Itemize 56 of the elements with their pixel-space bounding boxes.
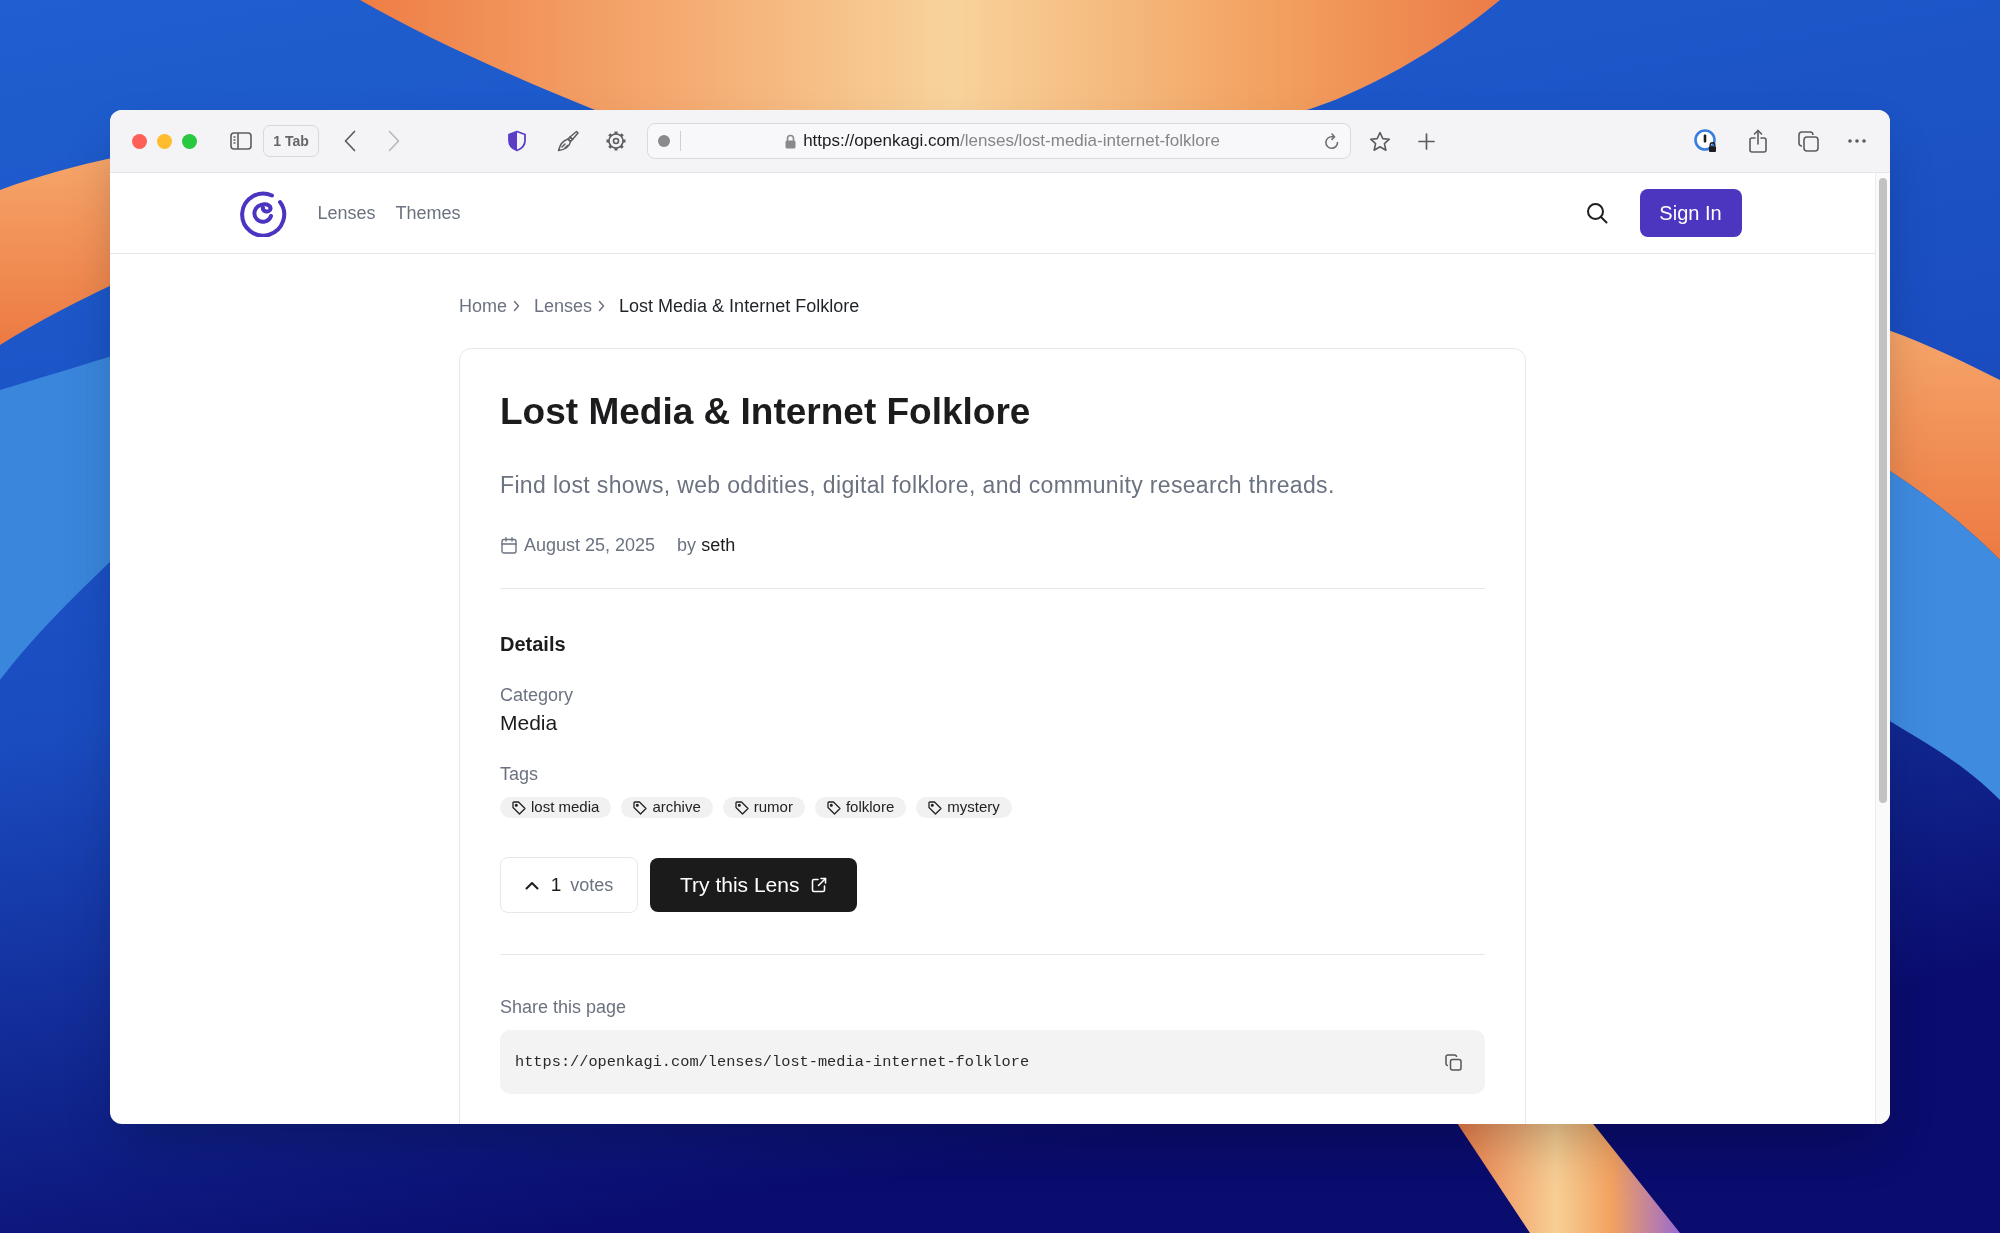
tag-icon (512, 800, 526, 815)
tag-chip[interactable]: mystery (916, 797, 1012, 818)
tag-chip[interactable]: lost media (500, 797, 612, 818)
lens-description: Find lost shows, web oddities, digital folklore, and community research threads. (500, 471, 1335, 500)
sidebar-icon[interactable] (230, 132, 252, 150)
reload-icon[interactable] (1324, 132, 1340, 150)
tabs-icon[interactable] (1797, 130, 1819, 152)
external-link-icon (811, 877, 828, 893)
share-label: Share this page (500, 996, 627, 1019)
tab-count-button[interactable]: 1 Tab (263, 125, 319, 157)
tag-icon (826, 800, 841, 815)
close-window-icon[interactable] (132, 133, 147, 149)
circle-lock-icon[interactable] (1694, 129, 1718, 153)
tag-icon (734, 800, 749, 815)
dot-icon (658, 135, 670, 147)
upvote-button[interactable]: 1 votes (500, 857, 638, 913)
publish-date: August 25, 2025 (524, 533, 656, 557)
try-lens-button[interactable]: Try this Lens (650, 858, 858, 912)
star-icon[interactable] (1369, 130, 1391, 152)
spiral-logo-icon[interactable] (239, 189, 288, 237)
scrollbar-thumb[interactable] (1879, 178, 1887, 803)
lock-icon (785, 133, 797, 149)
search-icon[interactable] (1585, 202, 1608, 224)
tags-label: Tags (500, 763, 539, 786)
tag-icon (633, 800, 648, 815)
plus-icon[interactable] (1417, 132, 1435, 150)
lens-title: Lost Media & Internet Folklore (500, 390, 1031, 434)
more-icon[interactable] (1848, 139, 1866, 143)
url-text: https://openkagi.com/lenses/lost-media-internet-folklore (803, 130, 1220, 153)
details-heading: Details (500, 632, 566, 657)
back-icon[interactable] (344, 130, 356, 152)
chevron-right-icon (598, 300, 606, 312)
author-name: seth (701, 533, 736, 557)
breadcrumb-item[interactable]: Home (459, 292, 507, 320)
share-icon[interactable] (1749, 129, 1767, 153)
tag-chip[interactable]: archive (621, 797, 713, 818)
tag-chip[interactable]: folklore (814, 797, 907, 818)
chevron-right-icon (513, 300, 520, 312)
byline-label: by (677, 533, 697, 557)
breadcrumb-item[interactable]: Lenses (534, 292, 593, 320)
nav-link[interactable]: Themes (395, 199, 461, 227)
sign-in-button[interactable]: Sign In (1639, 189, 1742, 237)
tag-icon (928, 800, 943, 815)
tag-chip[interactable]: rumor (722, 797, 805, 818)
copy-icon[interactable] (1445, 1053, 1462, 1071)
brush-icon[interactable] (557, 130, 579, 152)
category-value: Media (500, 710, 558, 736)
address-bar[interactable]: https://openkagi.com/lenses/lost-media-internet-folklore (647, 123, 1351, 159)
nav-link[interactable]: Lenses (317, 199, 376, 227)
breadcrumb-item[interactable]: Lost Media & Internet Folklore (619, 292, 860, 320)
calendar-icon (501, 536, 517, 554)
chevron-up-icon (524, 880, 539, 890)
category-label: Category (500, 684, 574, 707)
shield-icon[interactable] (507, 130, 527, 152)
gear-icon[interactable] (605, 130, 627, 152)
share-url-text: https://openkagi.com/lenses/lost-media-internet-folklore (515, 1051, 1030, 1073)
